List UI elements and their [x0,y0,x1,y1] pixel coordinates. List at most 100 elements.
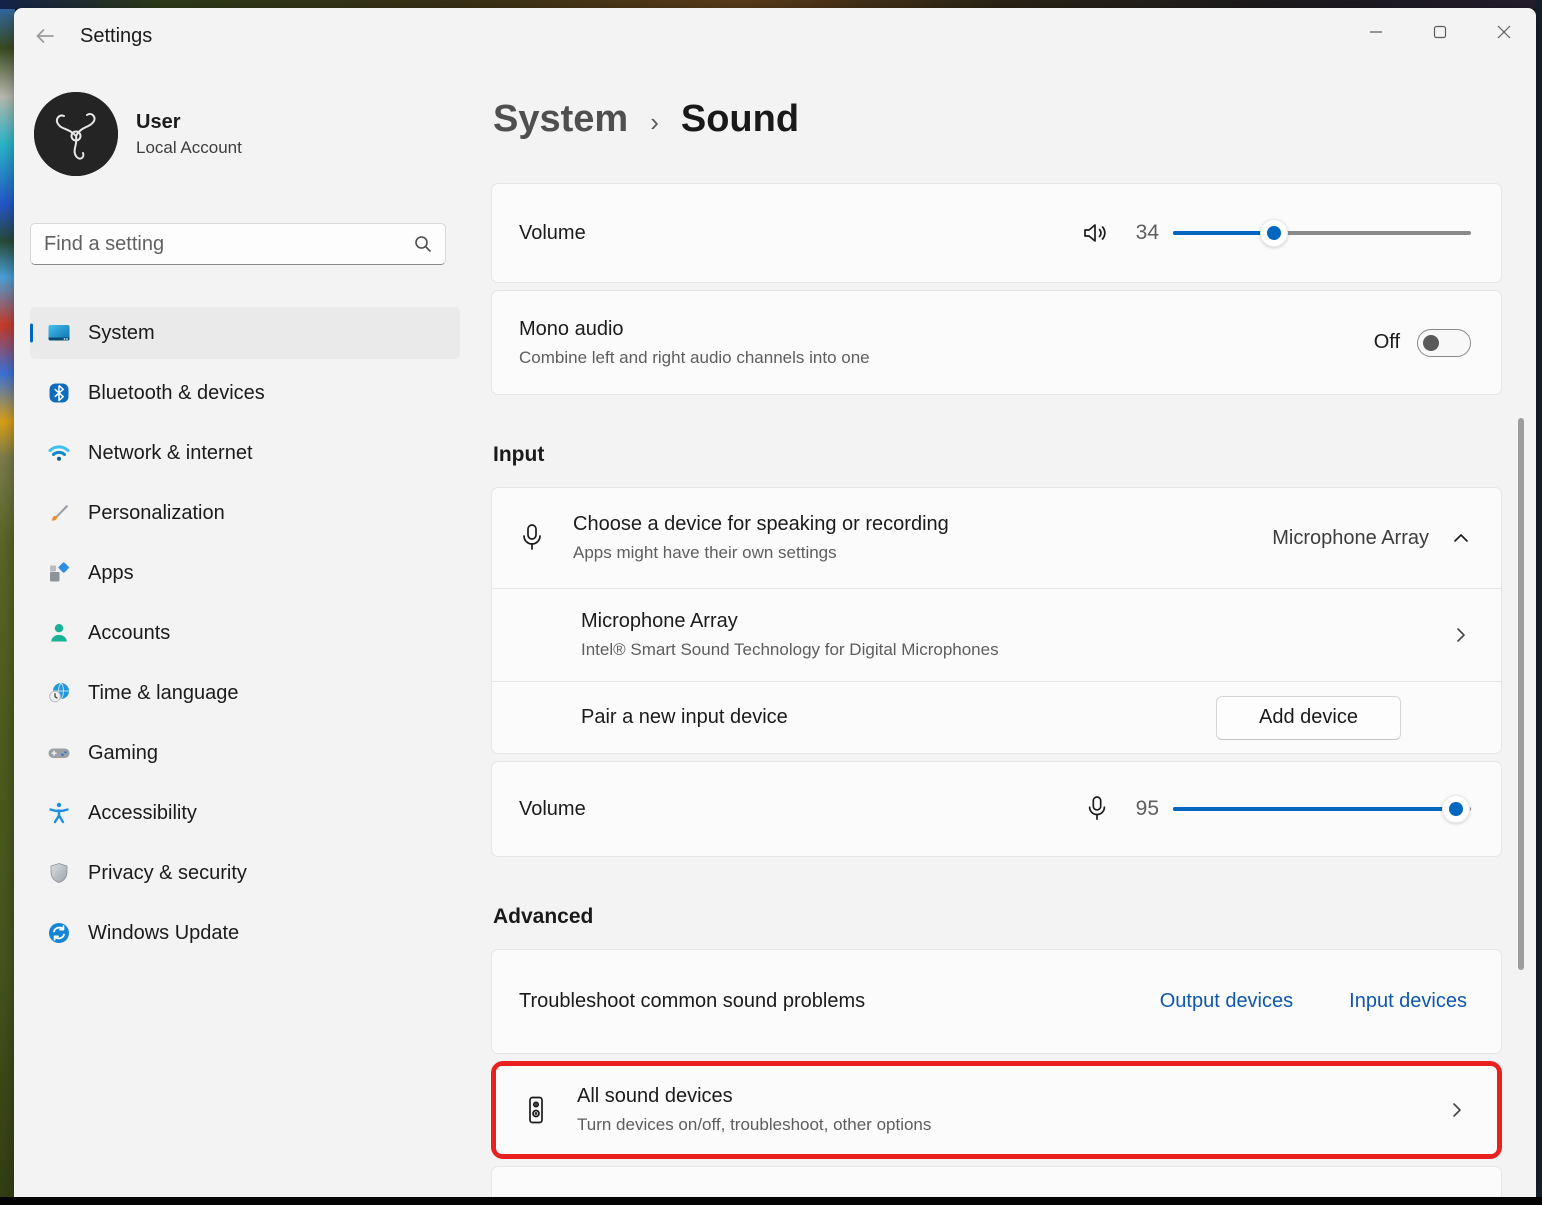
mono-audio-toggle[interactable] [1417,329,1471,357]
input-device-card: Choose a device for speaking or recordin… [491,487,1502,754]
all-sound-devices-subtitle: Turn devices on/off, troubleshoot, other… [577,1115,931,1135]
sidebar-item-label: System [88,322,155,345]
sidebar-item-apps[interactable]: Apps [30,547,460,599]
shield-icon [46,861,71,886]
highlight-red-box: All sound devices Turn devices on/off, t… [491,1061,1502,1159]
breadcrumb-system[interactable]: System [493,98,628,141]
sidebar: User Local Account [14,64,476,1197]
chevron-right-icon [1451,625,1471,645]
minimize-button[interactable] [1344,8,1408,56]
volume-mixer-row[interactable]: Volume mixer [491,1166,1502,1197]
system-icon [46,321,71,346]
page-title: Sound [681,98,799,141]
chevron-up-icon[interactable] [1451,528,1471,548]
selected-input-device: Microphone Array [1272,527,1429,550]
pair-input-device-row: Pair a new input device Add device [492,682,1501,753]
microphone-array-title: Microphone Array [581,610,999,633]
sidebar-item-gaming[interactable]: Gaming [30,727,460,779]
apps-icon [46,561,71,586]
account-name: User [136,111,242,134]
mono-audio-row: Mono audio Combine left and right audio … [491,290,1502,395]
back-arrow-icon [33,24,57,48]
output-volume-slider[interactable] [1173,231,1471,235]
account-type: Local Account [136,138,242,158]
toggle-knob [1423,335,1439,351]
output-volume-slider-handle[interactable] [1260,219,1288,247]
close-button[interactable] [1472,8,1536,56]
sidebar-item-personalization[interactable]: Personalization [30,487,460,539]
input-volume-value: 95 [1131,797,1159,821]
avatar [34,92,118,176]
output-volume-label: Volume [519,222,586,245]
speaker-icon [1081,219,1109,247]
back-button[interactable] [28,19,62,53]
input-devices-link[interactable]: Input devices [1349,990,1467,1013]
sidebar-item-label: Apps [88,562,134,585]
sidebar-item-label: Accounts [88,622,170,645]
output-devices-link[interactable]: Output devices [1160,990,1293,1013]
account-card[interactable]: User Local Account [34,92,460,176]
search-input[interactable] [44,233,413,256]
search-box[interactable] [30,223,446,265]
all-sound-devices-title: All sound devices [577,1085,931,1108]
choose-input-subtitle: Apps might have their own settings [573,543,949,563]
input-volume-row: Volume 95 [491,761,1502,857]
sidebar-item-label: Time & language [88,682,238,705]
account-text: User Local Account [136,111,242,158]
sidebar-item-privacy-security[interactable]: Privacy & security [30,847,460,899]
output-volume-row: Volume 34 [491,183,1502,283]
app-title: Settings [80,25,152,48]
sidebar-item-label: Windows Update [88,922,239,945]
input-volume-slider-handle[interactable] [1442,795,1470,823]
choose-input-row[interactable]: Choose a device for speaking or recordin… [492,488,1501,588]
pair-device-label: Pair a new input device [581,706,788,729]
clock-globe-icon [46,681,71,706]
window-controls [1344,8,1536,56]
sidebar-item-accounts[interactable]: Accounts [30,607,460,659]
microphone-small-icon [1085,795,1109,823]
person-icon [46,621,71,646]
minimize-icon [1369,25,1383,39]
sidebar-item-label: Bluetooth & devices [88,382,265,405]
brush-icon [46,501,71,526]
maximize-button[interactable] [1408,8,1472,56]
microphone-array-subtitle: Intel® Smart Sound Technology for Digita… [581,640,999,660]
wifi-icon [46,441,71,466]
input-volume-slider[interactable] [1173,807,1471,811]
search-icon [413,234,433,254]
update-icon [46,921,71,946]
choose-input-title: Choose a device for speaking or recordin… [573,513,949,536]
sidebar-item-label: Accessibility [88,802,197,825]
troubleshoot-label: Troubleshoot common sound problems [519,990,865,1013]
accessibility-icon [46,801,71,826]
gamepad-icon [46,741,71,766]
sidebar-item-time-language[interactable]: Time & language [30,667,460,719]
titlebar: Settings [14,8,1536,64]
mono-audio-title: Mono audio [519,318,870,341]
sidebar-item-windows-update[interactable]: Windows Update [30,907,460,959]
microphone-array-row[interactable]: Microphone Array Intel® Smart Sound Tech… [492,589,1501,681]
main-content: System › Sound Volume [476,64,1536,1197]
mono-audio-subtitle: Combine left and right audio channels in… [519,348,870,368]
breadcrumb: System › Sound [493,98,1502,141]
sidebar-item-label: Privacy & security [88,862,247,885]
add-device-button[interactable]: Add device [1216,696,1401,740]
scrollbar-thumb[interactable] [1518,418,1524,970]
troubleshoot-row: Troubleshoot common sound problems Outpu… [491,949,1502,1054]
sidebar-item-network-internet[interactable]: Network & internet [30,427,460,479]
sidebar-item-accessibility[interactable]: Accessibility [30,787,460,839]
sidebar-item-system[interactable]: System [30,307,460,359]
close-icon [1497,25,1511,39]
microphone-icon [519,523,545,553]
input-section-heading: Input [493,443,1502,467]
advanced-section-heading: Advanced [493,905,1502,929]
output-volume-value: 34 [1131,221,1159,245]
sidebar-nav: System Bluetooth & devices [30,307,460,959]
maximize-icon [1433,25,1447,39]
sidebar-item-bluetooth-devices[interactable]: Bluetooth & devices [30,367,460,419]
sidebar-item-label: Network & internet [88,442,253,465]
desktop-background-bottom [0,1197,1542,1205]
all-sound-devices-row[interactable]: All sound devices Turn devices on/off, t… [496,1066,1497,1154]
breadcrumb-separator-icon: › [650,107,659,138]
settings-window: Settings [14,8,1536,1197]
